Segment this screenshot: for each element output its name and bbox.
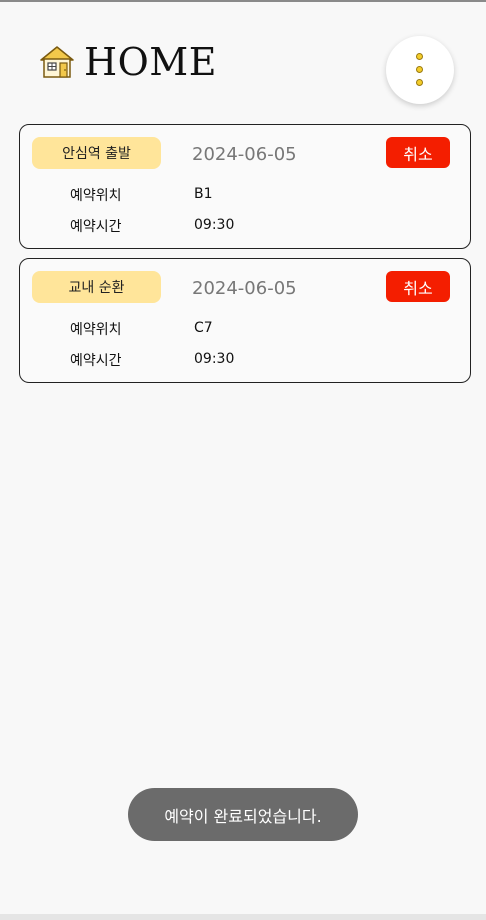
menu-dot	[416, 66, 423, 73]
location-value: C7	[194, 320, 213, 336]
page-title: HOME	[84, 40, 217, 84]
route-badge: 안심역 출발	[32, 137, 161, 169]
reservation-card: 안심역 출발 2024-06-05 취소 예약위치 B1 예약시간 09:30	[19, 124, 471, 249]
toast-message: 예약이 완료되었습니다.	[128, 788, 358, 841]
reservation-date: 2024-06-05	[192, 278, 297, 299]
cancel-button[interactable]: 취소	[386, 271, 450, 302]
location-label: 예약위치	[70, 188, 122, 204]
time-value: 09:30	[194, 217, 235, 233]
route-badge: 교내 순환	[32, 271, 161, 303]
time-label: 예약시간	[70, 219, 122, 235]
reservation-date: 2024-06-05	[192, 144, 297, 165]
location-label: 예약위치	[70, 322, 122, 338]
location-value: B1	[194, 186, 213, 202]
menu-dot	[416, 53, 423, 60]
time-label: 예약시간	[70, 353, 122, 369]
more-menu-button[interactable]	[386, 36, 454, 104]
menu-dot	[416, 79, 423, 86]
app-header: HOME	[0, 0, 486, 110]
cancel-button[interactable]: 취소	[386, 137, 450, 168]
time-value: 09:30	[194, 351, 235, 367]
reservation-card: 교내 순환 2024-06-05 취소 예약위치 C7 예약시간 09:30	[19, 258, 471, 383]
house-icon	[40, 46, 74, 78]
bottom-edge	[0, 914, 486, 920]
